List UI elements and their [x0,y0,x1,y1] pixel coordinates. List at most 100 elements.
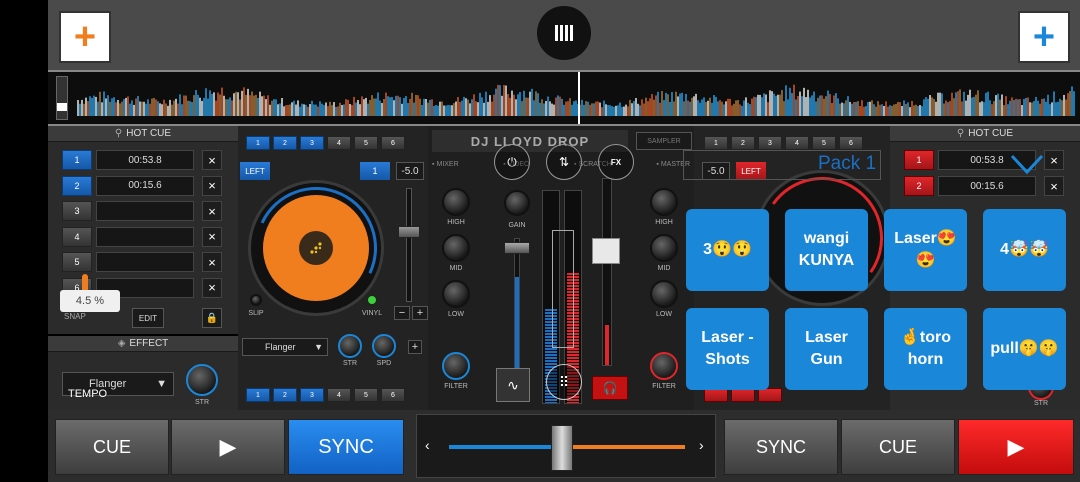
sound-pad-button[interactable]: Laser - Shots [686,308,769,390]
hot-cue-button[interactable]: 1 [904,150,934,170]
left-sync-button[interactable]: SYNC [288,419,404,475]
close-icon[interactable]: × [202,252,222,272]
playhead [578,72,580,124]
close-icon[interactable]: × [1044,150,1064,170]
close-icon[interactable]: × [202,150,222,170]
loop-button[interactable]: 4 [327,388,351,402]
loop-button[interactable]: 2 [731,136,755,150]
loop-button[interactable]: 6 [381,388,405,402]
close-icon[interactable]: × [1044,176,1064,196]
pack-title: Pack 1 [818,153,877,174]
hot-cue-button[interactable]: 5 [62,252,92,272]
loop-button[interactable]: 3 [758,136,782,150]
left-mid-knob[interactable] [442,234,470,262]
loop-button[interactable]: 6 [839,136,863,150]
hot-cue-button[interactable]: 1 [62,150,92,170]
fx-spd-knob[interactable] [372,334,396,358]
pitch-slider-handle[interactable] [398,226,420,238]
loop-button[interactable]: 1 [704,136,728,150]
pin-icon: ⚲ [956,128,965,139]
left-effect-panel: ◈ EFFECT Flanger ▼ TEMPO STR [48,336,238,410]
plus-icon: + [73,16,97,58]
power-icon[interactable]: ⏻ [494,144,530,180]
add-left-button[interactable]: + [59,11,111,63]
loop-button[interactable]: 2 [273,388,297,402]
channel-fader-handle[interactable] [504,242,530,254]
grid-icon[interactable]: ⠿ [546,364,582,400]
sampler-button[interactable]: SAMPLER [636,132,692,150]
close-icon[interactable]: × [202,277,222,298]
fx-select[interactable]: Flanger ▼ [242,338,328,356]
pitch-plus-button[interactable]: + [412,306,428,320]
left-jog-wheel[interactable] [237,169,395,327]
deck-number-button[interactable]: 1 [360,162,390,180]
str-label: STR [195,399,209,406]
sound-pad-button[interactable]: Laser Gun [785,308,868,390]
close-icon[interactable]: × [202,175,222,196]
headphones-icon[interactable]: 🎧 [592,376,628,400]
sound-pad-button[interactable]: 🤞toro horn [884,308,967,390]
left-cue-button[interactable]: CUE [55,419,169,475]
top-bar: + + [48,0,1080,70]
chevron-left-icon[interactable]: ‹ [425,437,430,453]
fx-button[interactable]: FX [598,144,634,180]
loop-button[interactable]: 1 [246,136,270,150]
left-play-button[interactable]: ▶ [171,419,285,475]
sound-pad-button[interactable]: 3😲😲 [686,209,769,291]
loop-button[interactable]: 4 [785,136,809,150]
loop-button[interactable]: 2 [273,136,297,150]
menu-button[interactable] [537,6,591,60]
right-cue-button[interactable]: CUE [841,419,955,475]
hot-cue-button[interactable]: 2 [62,175,92,196]
waveform-zoom-slider[interactable] [56,76,68,120]
waveform-overview[interactable] [48,70,1080,126]
str-knob[interactable] [186,364,218,396]
gain-knob[interactable] [504,190,530,216]
crossfader-handle[interactable] [551,425,573,471]
pitch-minus-button[interactable]: − [394,306,410,320]
chevron-down-icon[interactable] [1010,152,1044,176]
close-icon[interactable]: × [202,201,222,221]
sliders-icon[interactable]: ⇅ [546,144,582,180]
loop-button[interactable]: 4 [327,136,351,150]
left-button[interactable]: LEFT [240,162,270,180]
loop-button[interactable]: 5 [354,136,378,150]
hot-cue-button[interactable]: 4 [62,226,92,247]
sound-pad-button[interactable]: pull🤫🤫 [983,308,1066,390]
close-icon[interactable]: × [202,226,222,247]
right-high-knob[interactable] [650,188,678,216]
hot-cue-button[interactable]: 2 [904,176,934,196]
slip-button[interactable] [250,294,262,306]
hot-cue-button[interactable]: 3 [62,201,92,221]
fx-add-button[interactable]: + [408,340,422,354]
waveform-icon[interactable]: ∿ [496,368,530,402]
fx-str-knob[interactable] [338,334,362,358]
add-right-button[interactable]: + [1018,11,1070,63]
loop-button[interactable]: 3 [300,136,324,150]
knob-label: MID [657,265,671,272]
left-high-knob[interactable] [442,188,470,216]
lock-icon[interactable]: 🔒 [202,308,222,328]
right-mid-knob[interactable] [650,234,678,262]
chevron-right-icon[interactable]: › [699,437,704,453]
sound-pad-button[interactable]: Laser😍😍 [884,209,967,291]
sound-pad-button[interactable]: wangi KUNYA [785,209,868,291]
tab-mixer[interactable]: ▪ MIXER [432,156,459,172]
edit-button[interactable]: EDIT [132,308,164,328]
loop-button[interactable]: 1 [246,388,270,402]
right-filter-knob[interactable] [650,352,678,380]
right-low-knob[interactable] [650,280,678,308]
left-low-knob[interactable] [442,280,470,308]
volume-marker [552,230,574,348]
left-filter-knob[interactable] [442,352,470,380]
loop-button[interactable]: 6 [381,136,405,150]
right-play-button[interactable]: ▶ [958,419,1074,475]
master-fader-handle[interactable] [592,238,620,264]
vinyl-button[interactable] [366,294,378,306]
loop-button[interactable]: 3 [300,388,324,402]
loop-button[interactable]: 5 [812,136,836,150]
loop-button[interactable]: 5 [354,388,378,402]
pack-header[interactable]: Pack 1 [683,150,881,180]
sound-pad-button[interactable]: 4🤯🤯 [983,209,1066,291]
right-sync-button[interactable]: SYNC [724,419,838,475]
